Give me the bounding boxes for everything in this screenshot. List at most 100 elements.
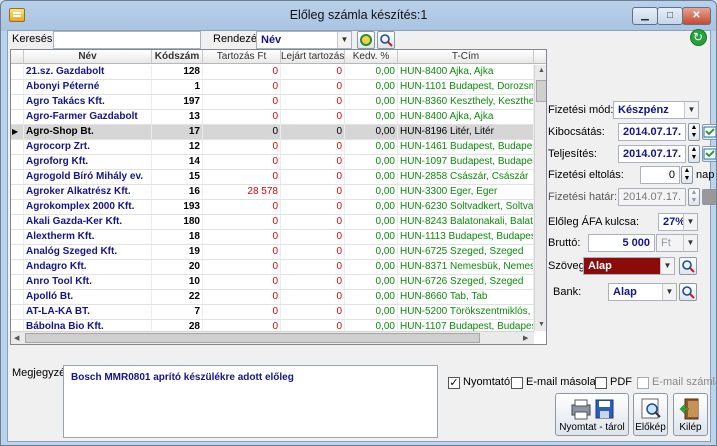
- table-row[interactable]: Andagro Kft. 20 0 0 0,00 HUN-8371 Nemesbük, N…: [11, 260, 534, 275]
- window-title: Előleg számla készítés:1: [289, 8, 428, 22]
- print-checkbox[interactable]: ✓: [448, 377, 460, 389]
- cell-address: HUN-8400 Ajka, Ajka: [398, 110, 534, 124]
- text-template-label: Szöveg:: [548, 260, 588, 272]
- pdf-checkbox[interactable]: [595, 377, 607, 389]
- cell-debt: 0: [203, 290, 281, 304]
- table-row[interactable]: Analóg Szeged Kft. 19 0 0 0,00 HUN-6725 Szege…: [11, 245, 534, 260]
- cell-code: 20: [152, 260, 203, 274]
- issue-date-spinner[interactable]: ▲ ▼: [688, 123, 700, 141]
- cell-name: Agroker Alkatrész Kft.: [24, 185, 152, 199]
- column-header-debt[interactable]: Tartozás Ft: [203, 50, 281, 64]
- table-row[interactable]: Abonyi Péterné 1 0 0 0,00 HUN-1101 Budapest, …: [11, 80, 534, 95]
- cell-discount: 0,00: [345, 170, 398, 184]
- cell-name: Abonyi Péterné: [24, 80, 152, 94]
- note-textarea[interactable]: Bosch MMR0801 aprító készülékre adott el…: [63, 365, 438, 438]
- vertical-scroll-thumb[interactable]: [536, 80, 546, 102]
- column-header-address[interactable]: T-Cím: [398, 50, 534, 64]
- cell-address: HUN-5200 Törökszentmiklós, For: [400, 305, 534, 319]
- column-header-discount[interactable]: Kedv. %: [345, 50, 398, 64]
- horizontal-scrollbar[interactable]: ◀ ▶: [11, 331, 534, 344]
- table-row[interactable]: Agro Takács Kft. 197 0 0 0,00 HUN-8360 Keszth…: [11, 95, 534, 110]
- text-template-select[interactable]: Alap ▼: [583, 257, 675, 275]
- scroll-up-icon[interactable]: ▲: [538, 67, 545, 74]
- refresh-icon: [360, 34, 372, 46]
- search-filter-button[interactable]: [377, 31, 395, 49]
- table-row[interactable]: Agroker Alkatrész Kft. 16 28 578 0 0,00 HUN-3…: [11, 185, 534, 200]
- refresh-button[interactable]: ↻: [690, 29, 707, 46]
- maximize-button[interactable]: □: [657, 7, 683, 25]
- bank-select[interactable]: Alap ▼: [608, 283, 677, 301]
- text-template-value: Alap: [588, 260, 612, 272]
- exit-button[interactable]: Kilép: [673, 393, 708, 436]
- table-row[interactable]: Akali Gazda-Ker Kft. 180 0 0 0,00 HUN-8243 Ba…: [11, 215, 534, 230]
- bank-value: Alap: [613, 286, 637, 298]
- email-copy-checkbox[interactable]: [511, 377, 523, 389]
- horizontal-scroll-thumb[interactable]: [25, 333, 480, 343]
- vertical-scrollbar[interactable]: ▲ ▼: [534, 65, 546, 331]
- payment-shift-input[interactable]: 0: [640, 166, 680, 184]
- email-copy-label: E-mail másolat: [526, 376, 599, 388]
- calendar-button[interactable]: [702, 124, 716, 140]
- calendar-button[interactable]: [702, 146, 716, 162]
- sort-select[interactable]: Név ▼: [256, 31, 352, 49]
- print-save-button[interactable]: Nyomtat - tárol: [555, 393, 629, 436]
- close-button[interactable]: ✕: [682, 7, 711, 25]
- table-row[interactable]: Agrogold Bíró Mihály ev. 15 0 0 0,00 HUN-2858…: [11, 170, 534, 185]
- minimize-button[interactable]: ▁: [632, 7, 658, 25]
- sort-refresh-button[interactable]: [357, 31, 375, 49]
- scroll-left-icon[interactable]: ◀: [14, 334, 19, 342]
- issue-date-label: Kibocsátás:: [548, 126, 605, 138]
- table-row[interactable]: Agroforg Kft. 14 0 0 0,00 HUN-1097 Budapest, …: [11, 155, 534, 170]
- cell-overdue: 0: [281, 200, 345, 214]
- exit-label: Kilép: [679, 422, 702, 433]
- cell-discount: 0,00: [345, 110, 398, 124]
- search-input[interactable]: [53, 31, 201, 49]
- vat-rate-select[interactable]: 27% ▼: [658, 213, 698, 231]
- payment-shift-label: Fizetési eltolás:: [548, 169, 624, 181]
- preview-button[interactable]: Előkép: [633, 393, 668, 436]
- row-indicator: [11, 200, 24, 214]
- cell-code: 18: [152, 230, 203, 244]
- table-row[interactable]: Agrocorp Zrt. 12 0 0 0,00 HUN-1461 Budapest, …: [11, 140, 534, 155]
- cell-code: 22: [152, 290, 203, 304]
- cell-discount: 0,00: [345, 80, 398, 94]
- column-header-code[interactable]: Kódszám: [152, 50, 203, 64]
- table-row[interactable]: 21.sz. Gazdabolt 128 0 0 0,00 HUN-8400 Ajka, …: [11, 65, 534, 80]
- table-row[interactable]: Agrokomplex 2000 Kft. 193 0 0 0,00 HUN-6230 S…: [11, 200, 534, 215]
- performance-date-spinner[interactable]: ▲ ▼: [688, 145, 700, 163]
- cell-name: 21.sz. Gazdabolt: [24, 65, 152, 79]
- cell-address: HUN-1113 Budapest, Budapest: [400, 230, 534, 244]
- table-row[interactable]: Anro Tool Kft. 10 0 0 0,00 HUN-6726 Szeged, S…: [11, 275, 534, 290]
- bank-search-button[interactable]: [679, 283, 697, 301]
- scroll-down-icon[interactable]: ▼: [538, 321, 545, 328]
- cell-debt: 0: [203, 170, 281, 184]
- row-indicator: [11, 245, 24, 259]
- row-indicator: [11, 140, 24, 154]
- vat-rate-label: Előleg ÁFA kulcsa:: [548, 216, 640, 228]
- scroll-right-icon[interactable]: ▶: [523, 334, 528, 342]
- table-row[interactable]: ▶ Agro-Shop Bt. 17 0 0 0,00 HUN-8196 Litér, Li…: [11, 125, 534, 140]
- cell-name: Agro Takács Kft.: [24, 95, 152, 109]
- performance-date-field[interactable]: 2014.07.17.: [618, 145, 686, 163]
- text-template-search-button[interactable]: [679, 257, 697, 275]
- table-row[interactable]: AT-LA-KA BT. 7 0 0 0,00 HUN-5200 Törökszentmi…: [11, 305, 534, 320]
- preview-icon: [641, 398, 661, 419]
- table-row[interactable]: Agro-Farmer Gazdabolt 13 0 0 0,00 HUN-8400 Aj…: [11, 110, 534, 125]
- issue-date-field[interactable]: 2014.07.17.: [618, 123, 686, 141]
- cell-name: Analóg Szeged Kft.: [24, 245, 152, 259]
- cell-name: Agroforg Kft.: [24, 155, 152, 169]
- payment-mode-select[interactable]: Készpénz ▼: [613, 101, 699, 119]
- cell-overdue: 0: [281, 305, 345, 319]
- column-header-overdue[interactable]: Lejárt tartozás: [281, 50, 345, 64]
- column-header-name[interactable]: Név: [24, 50, 152, 64]
- cell-debt: 0: [203, 305, 281, 319]
- performance-date-label: Teljesítés:: [548, 148, 597, 160]
- gross-amount-input[interactable]: 5 000: [588, 234, 655, 252]
- row-indicator: [11, 260, 24, 274]
- sort-select-value: Név: [261, 34, 282, 46]
- search-icon: [380, 34, 393, 47]
- table-row[interactable]: Apolló Bt. 22 0 0 0,00 HUN-8660 Tab, Tab: [11, 290, 534, 305]
- cell-debt: 0: [203, 95, 281, 109]
- table-row[interactable]: Alextherm Kft. 18 0 0 0,00 HUN-1113 Budapest,…: [11, 230, 534, 245]
- payment-shift-spinner[interactable]: ▲ ▼: [681, 166, 693, 184]
